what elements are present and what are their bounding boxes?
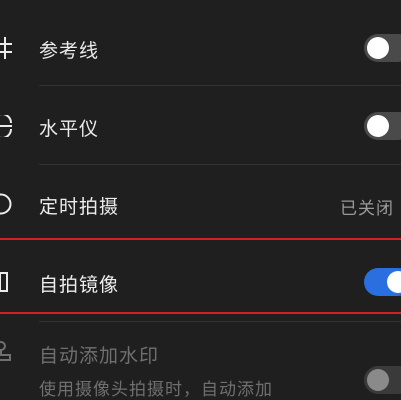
grid-icon [0,37,12,59]
toggle-knob [367,369,389,391]
setting-label-mirror: 自拍镜像 [39,274,120,296]
setting-row-gridlines[interactable]: 参考线 [0,20,401,76]
divider [39,164,401,165]
level-icon [0,115,12,137]
timer-icon [0,193,12,215]
setting-row-level[interactable]: 水平仪 [0,98,401,154]
mirror-toggle[interactable] [364,268,401,296]
watermark-toggle[interactable] [364,366,401,394]
divider [39,85,401,86]
setting-row-watermark[interactable]: 自动添加水印 使用摄像头拍摄时，自动添加 [0,334,401,400]
setting-label-timer: 定时拍摄 [39,196,120,218]
gridlines-toggle[interactable] [364,34,401,62]
setting-label-watermark: 自动添加水印 [39,345,160,367]
level-toggle[interactable] [364,112,401,140]
stamp-icon [0,341,11,361]
watermark-description: 使用摄像头拍摄时，自动添加 [39,380,273,400]
setting-row-mirror[interactable]: 自拍镜像 [0,254,401,310]
mirror-icon [0,272,8,292]
setting-row-timer[interactable]: 定时拍摄 已关闭 [0,176,401,232]
setting-label-level: 水平仪 [39,118,100,140]
timer-value: 已关闭 [340,199,394,219]
divider [39,321,401,322]
toggle-knob [367,115,389,137]
toggle-knob [387,271,401,293]
setting-label-gridlines: 参考线 [39,40,100,62]
toggle-knob [367,37,389,59]
